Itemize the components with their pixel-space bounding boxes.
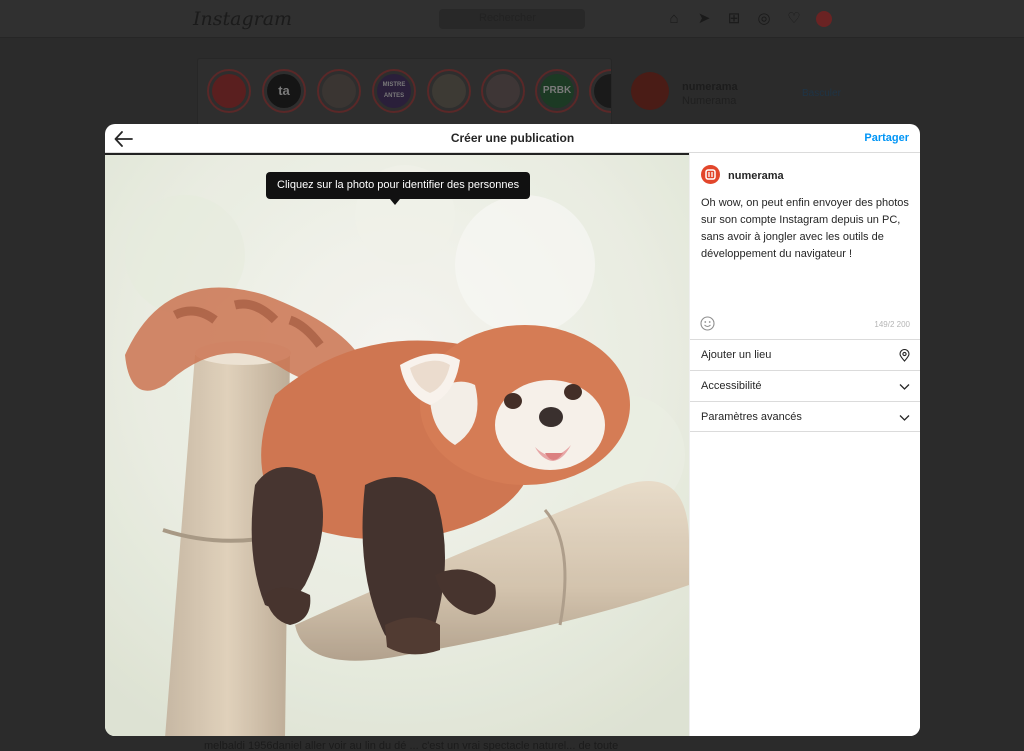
suggested-avatar: [631, 72, 669, 110]
post-details-panel: numerama Oh wow, on peut enfin envoyer d…: [689, 153, 920, 736]
profile-avatar: [816, 11, 832, 27]
story-avatar: MISTRE ANTES: [372, 69, 416, 113]
switch-account-link: Basculer: [802, 88, 841, 99]
character-count: 149/2 200: [874, 320, 910, 329]
activity-heart-icon: ♡: [787, 10, 801, 27]
stories-tray: ta MISTRE ANTES PRBK: [197, 58, 612, 132]
story-avatar: [207, 69, 251, 113]
chevron-down-icon: [898, 380, 911, 393]
accessibility-label: Accessibilité: [701, 380, 762, 392]
instagram-logo: Instagram: [193, 8, 293, 30]
feed-caption: melbaldi 1956daniel aller voir au lin du…: [204, 740, 619, 751]
story-avatar: [427, 69, 471, 113]
advanced-settings-label: Paramètres avancés: [701, 411, 802, 423]
new-post-icon: ⊞: [727, 10, 741, 27]
tag-people-tooltip: Cliquez sur la photo pour identifier des…: [266, 172, 531, 205]
explore-icon: ◎: [757, 10, 771, 27]
story-avatar: PRBK: [535, 69, 579, 113]
red-panda-photo: [105, 155, 689, 736]
add-location-label: Ajouter un lieu: [701, 349, 772, 361]
add-location-row[interactable]: Ajouter un lieu: [690, 339, 920, 370]
chevron-down-icon: [898, 411, 911, 424]
story-avatar: [481, 69, 525, 113]
story-avatar: ta: [262, 69, 306, 113]
caption-textarea[interactable]: Oh wow, on peut enfin envoyer des photos…: [701, 195, 913, 313]
advanced-settings-row[interactable]: Paramètres avancés: [690, 401, 920, 432]
account-username: numerama: [728, 170, 784, 182]
location-pin-icon: [898, 348, 911, 362]
account-avatar: [701, 165, 720, 184]
numerama-logo-icon: [705, 169, 716, 180]
create-post-modal: Créer une publication Partager Cliquez s…: [105, 124, 920, 736]
home-icon: ⌂: [669, 10, 679, 27]
emoji-icon[interactable]: [700, 316, 715, 331]
accessibility-row[interactable]: Accessibilité: [690, 370, 920, 401]
direct-message-icon: ➤: [697, 10, 711, 27]
story-avatar: [589, 69, 611, 113]
story-avatar: [317, 69, 361, 113]
suggested-username: numerama: [682, 81, 738, 93]
post-photo[interactable]: Cliquez sur la photo pour identifier des…: [105, 153, 689, 736]
instagram-topbar: Instagram Rechercher ⌂ ➤ ⊞ ◎ ♡: [0, 0, 1024, 38]
modal-header: Créer une publication Partager: [105, 124, 920, 153]
suggested-subtitle: Numerama: [682, 95, 737, 107]
search-input: Rechercher: [439, 9, 585, 29]
modal-title: Créer une publication: [450, 131, 575, 145]
share-button[interactable]: Partager: [864, 132, 909, 144]
